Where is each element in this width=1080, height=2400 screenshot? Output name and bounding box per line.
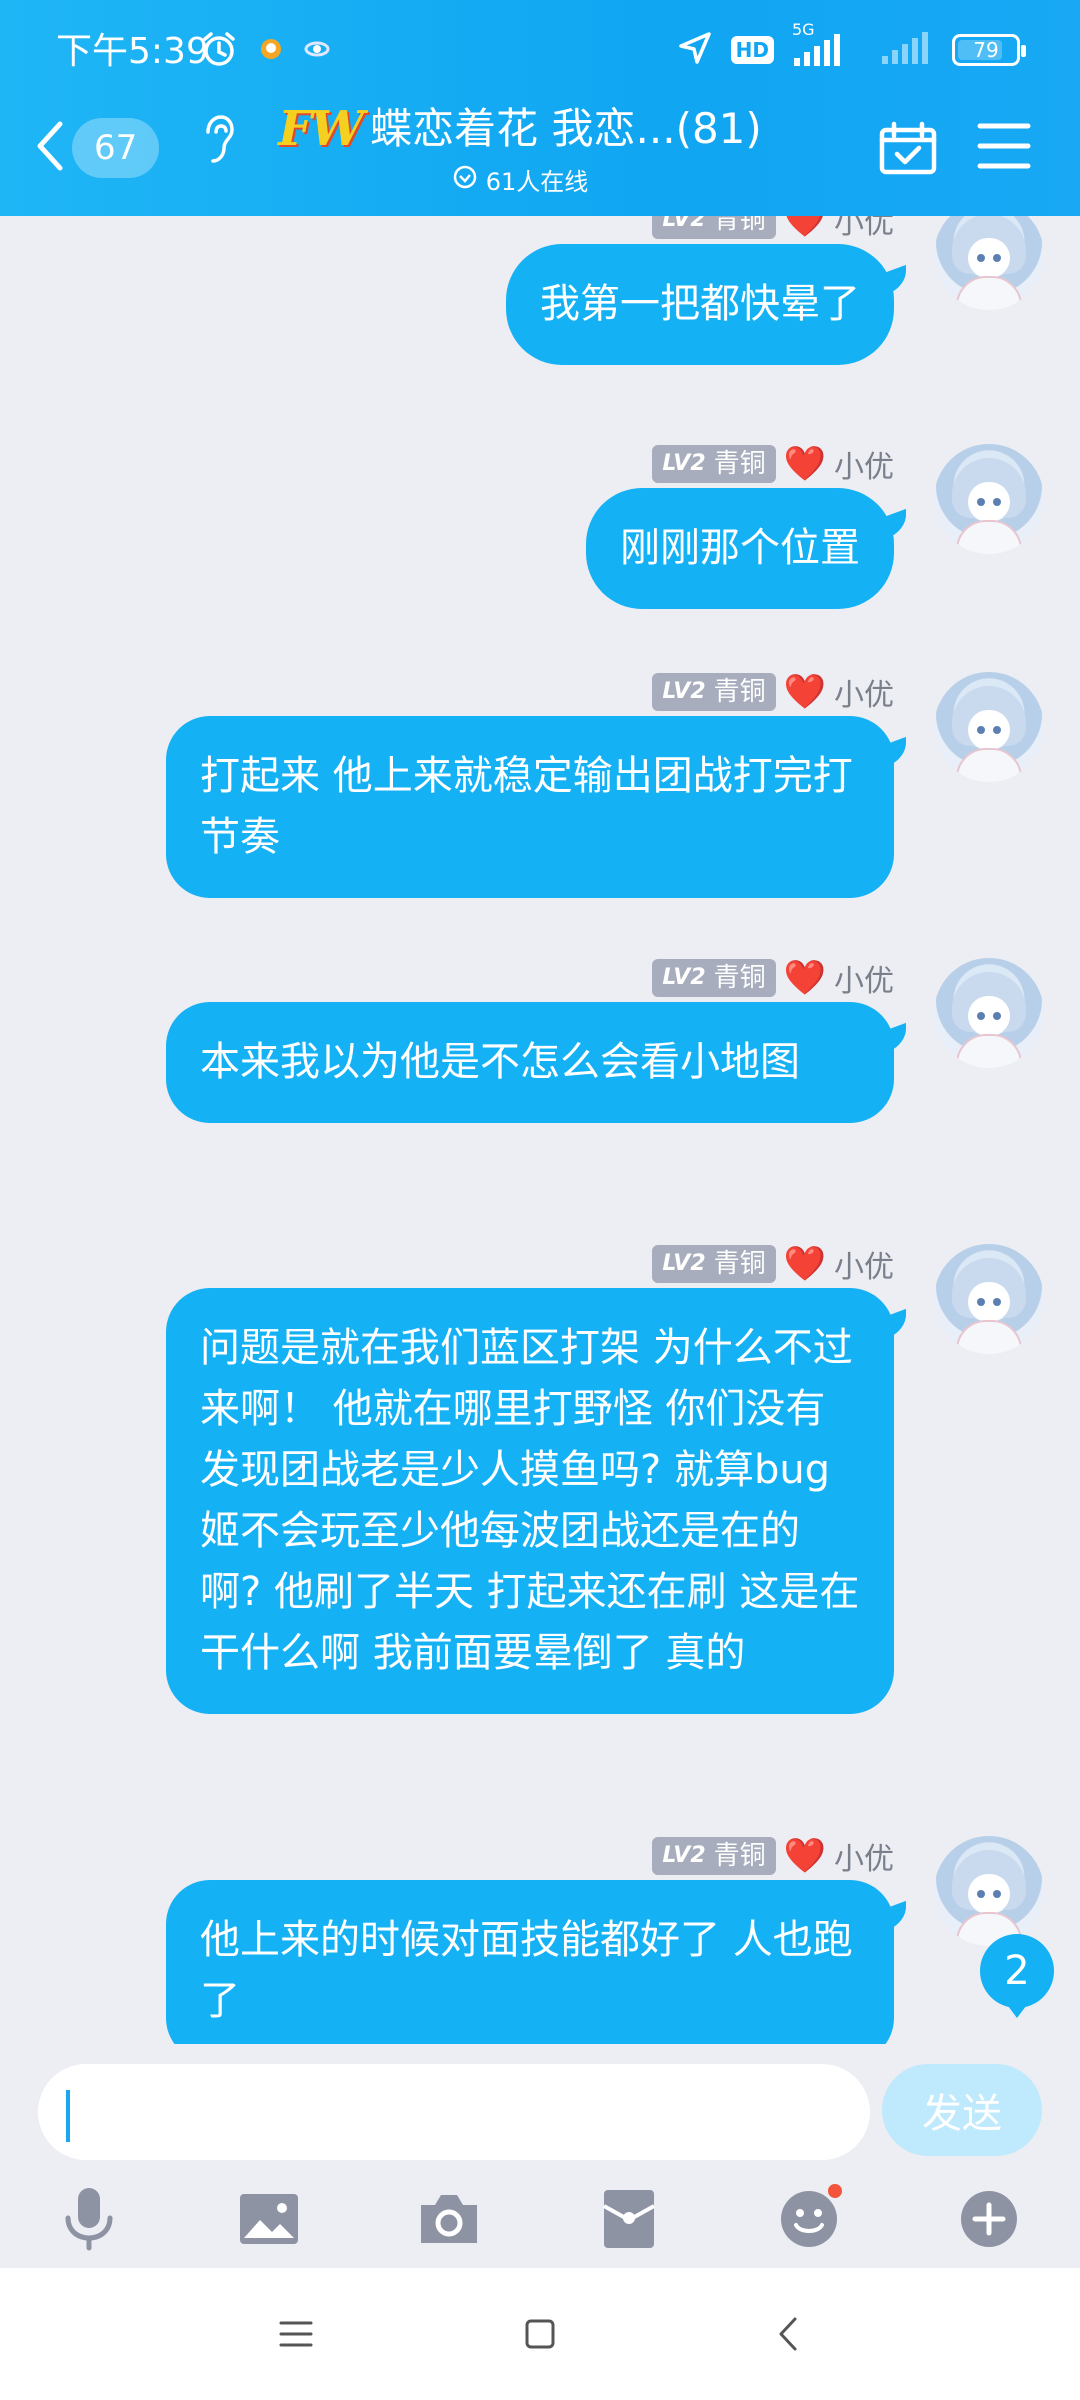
image-icon[interactable] [224,2174,314,2264]
calendar-check-icon[interactable] [878,120,938,180]
battery-level: 79 [973,38,999,62]
heart-icon: ❤️ [783,444,826,484]
sender-name[interactable]: 小优 [834,670,894,714]
online-count: 61人在线 [485,168,589,196]
message-list[interactable]: LV2 青铜 ❤️ 小优 我第一把都快晕了 LV2 青铜 ❤️ 小优 刚刚那个位置 … [0,216,1080,2044]
heart-icon: ❤️ [783,1836,826,1876]
message-bubble[interactable]: 本来我以为他是不怎么会看小地图 [166,1002,894,1123]
back-nav-icon[interactable] [758,2304,818,2364]
avatar[interactable] [934,216,1044,310]
recents-icon[interactable] [266,2304,326,2364]
level-badge: LV2 青铜 [652,673,776,711]
mic-icon[interactable] [44,2174,134,2264]
signal-icon: 5G [792,20,862,68]
avatar[interactable] [934,444,1044,554]
message-meta: LV2 青铜 ❤️ 小优 [652,216,894,242]
send-button[interactable]: 发送 [882,2064,1042,2156]
unread-chats-count: 67 [72,118,160,178]
input-toolbar [0,2174,1080,2264]
earpiece-mode-icon[interactable] [200,112,234,172]
heart-icon: ❤️ [783,1244,826,1284]
avatar[interactable] [934,1836,1044,1946]
message-item: LV2 青铜 ❤️ 小优 他上来的时候对面技能都好了 人也跑了 [36,1836,1044,2044]
sender-name[interactable]: 小优 [834,442,894,486]
message-item: LV2 青铜 ❤️ 小优 打起来 他上来就稳定输出团战打完打节奏 [36,672,1044,932]
camera-icon[interactable] [404,2174,494,2264]
avatar[interactable] [934,1244,1044,1354]
plus-icon[interactable] [944,2174,1034,2264]
status-bar: 下午5:39 HD 5G 79 [0,0,1080,104]
input-area: 发送 [0,2044,1080,2268]
group-logo: FW [278,101,364,157]
level-badge: LV2 青铜 [652,445,776,483]
location-icon [677,30,713,70]
battery-icon: 79 [952,34,1026,66]
sender-name[interactable]: 小优 [834,216,894,242]
status-notification-icons [200,30,330,72]
red-packet-icon[interactable] [584,2174,674,2264]
network-type: 5G [792,20,815,39]
level-badge: LV2 青铜 [652,216,776,239]
message-meta: LV2 青铜 ❤️ 小优 [652,1242,894,1286]
chat-header: 下午5:39 HD 5G 79 67 FW 蝶恋着花 我恋...(81) 61人… [0,0,1080,216]
message-item: LV2 青铜 ❤️ 小优 本来我以为他是不怎么会看小地图 [36,958,1044,1218]
sender-name[interactable]: 小优 [834,1834,894,1878]
level-badge: LV2 青铜 [652,1837,776,1875]
message-bubble[interactable]: 我第一把都快晕了 [506,244,894,365]
hd-badge: HD [730,36,774,64]
message-item: LV2 青铜 ❤️ 小优 我第一把都快晕了 [36,216,1044,400]
text-caret [66,2090,70,2142]
heart-icon: ❤️ [783,672,826,712]
message-bubble[interactable]: 打起来 他上来就稳定输出团战打完打节奏 [166,716,894,898]
message-meta: LV2 青铜 ❤️ 小优 [652,1834,894,1878]
message-input[interactable] [38,2064,870,2160]
new-messages-badge[interactable]: 2 [980,1934,1054,2018]
level-badge: LV2 青铜 [652,959,776,997]
online-check-icon [452,164,478,196]
message-item: LV2 青铜 ❤️ 小优 刚刚那个位置 [36,444,1044,644]
system-navigation-bar [0,2268,1080,2400]
status-time: 下午5:39 [56,31,209,72]
signal-icon-2 [880,30,934,70]
chat-title-area[interactable]: FW 蝶恋着花 我恋...(81) 61人在线 [260,100,780,197]
home-icon[interactable] [510,2304,570,2364]
online-status: 61人在线 [260,162,780,197]
heart-icon: ❤️ [783,216,826,240]
level-badge: LV2 青铜 [652,1245,776,1283]
message-meta: LV2 青铜 ❤️ 小优 [652,442,894,486]
chevron-left-icon [34,120,64,176]
sender-name[interactable]: 小优 [834,956,894,1000]
message-item: LV2 青铜 ❤️ 小优 问题是就在我们蓝区打架 为什么不过来啊！ 他就在哪里打野… [36,1244,1044,1804]
back-button[interactable]: 67 [34,116,174,180]
menu-icon[interactable] [976,120,1032,176]
alarm-icon [200,30,238,72]
app-notification-icon-2 [304,36,330,66]
heart-icon: ❤️ [783,958,826,998]
sender-name[interactable]: 小优 [834,1242,894,1286]
group-title: 蝶恋着花 我恋...(81) [370,104,762,153]
message-bubble[interactable]: 他上来的时候对面技能都好了 人也跑了 [166,1880,894,2044]
message-meta: LV2 青铜 ❤️ 小优 [652,956,894,1000]
app-notification-icon [258,36,284,66]
message-meta: LV2 青铜 ❤️ 小优 [652,670,894,714]
message-bubble[interactable]: 刚刚那个位置 [586,488,894,609]
status-right-icons: HD 5G 79 [677,20,1026,70]
emoji-icon[interactable] [764,2174,854,2264]
notification-dot [828,2184,842,2198]
avatar[interactable] [934,672,1044,782]
avatar[interactable] [934,958,1044,1068]
message-bubble[interactable]: 问题是就在我们蓝区打架 为什么不过来啊！ 他就在哪里打野怪 你们没有发现团战老是… [166,1288,894,1714]
